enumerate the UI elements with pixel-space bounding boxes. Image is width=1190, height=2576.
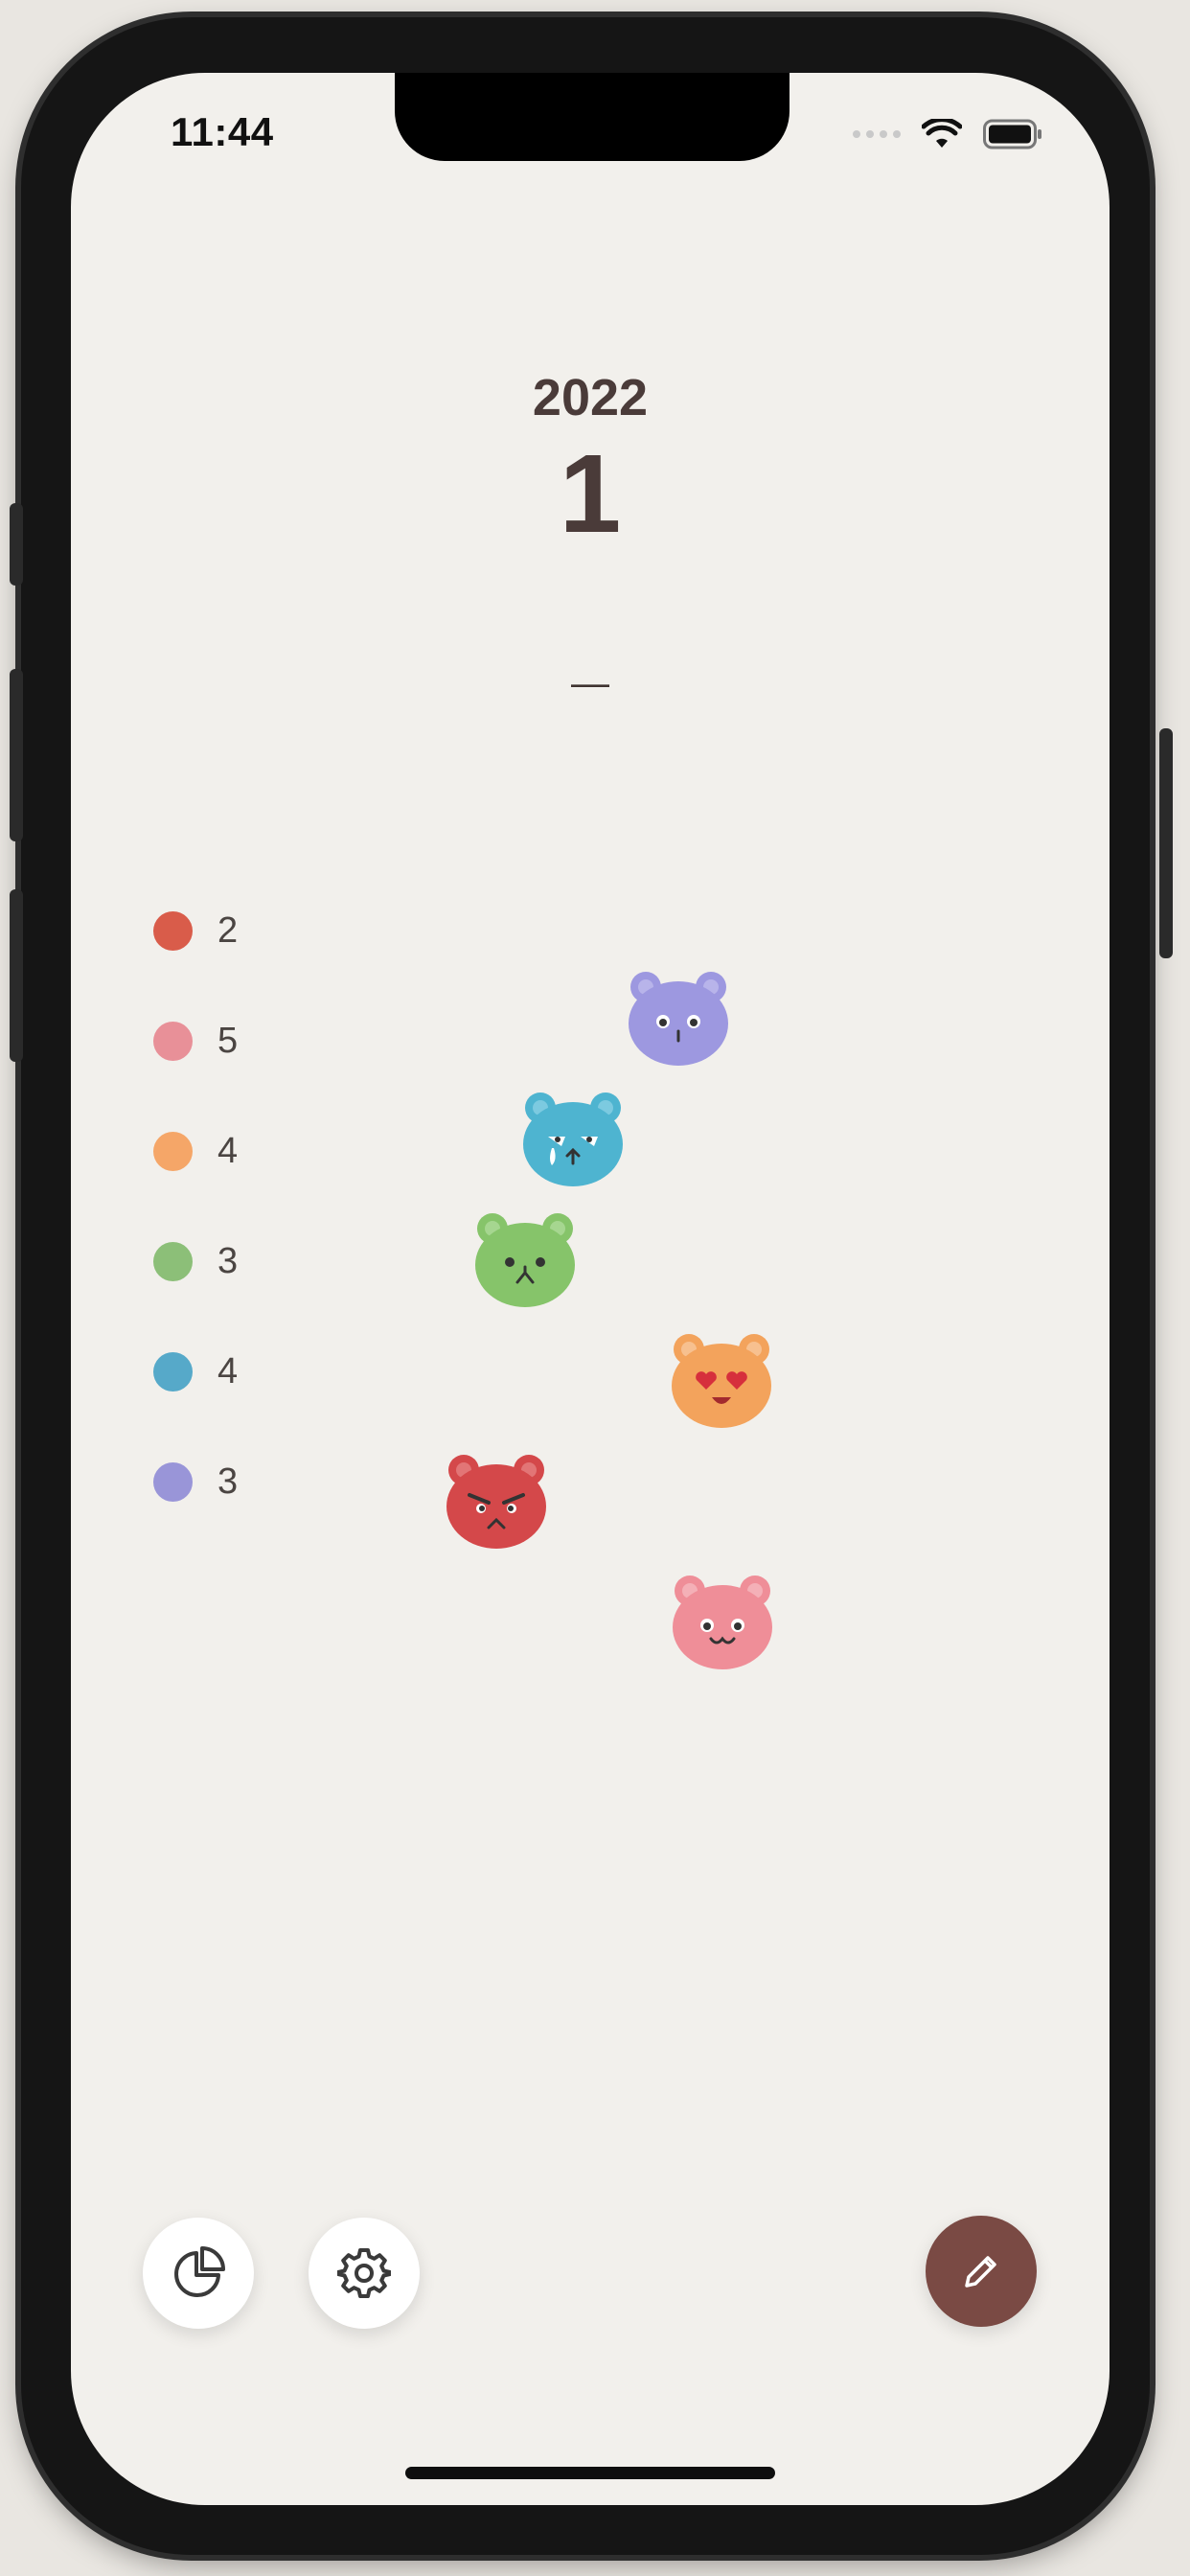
pencil-icon [965, 2256, 996, 2288]
edit-button[interactable] [926, 2216, 1037, 2327]
stats-button[interactable] [143, 2218, 254, 2329]
legend-dot-happy [153, 1022, 193, 1061]
bear-mood-calm-icon[interactable] [625, 968, 732, 1068]
legend-item-in-love: 4 [153, 1096, 238, 1207]
month-separator: — [571, 662, 609, 704]
legend-dot-angry [153, 911, 193, 951]
bear-mood-happy-icon[interactable] [669, 1572, 776, 1671]
settings-button[interactable] [309, 2218, 420, 2329]
pie-chart-icon [174, 2246, 225, 2297]
battery-icon [983, 119, 1041, 150]
legend-count: 4 [217, 1351, 239, 1392]
volume-down-button [10, 889, 23, 1062]
mood-legend: 2 5 4 3 4 3 [153, 876, 238, 1537]
home-indicator[interactable] [405, 2467, 775, 2479]
status-time: 11:44 [171, 109, 274, 154]
legend-dot-crying [153, 1352, 193, 1392]
legend-count: 3 [217, 1241, 239, 1281]
status-icons [853, 119, 1042, 150]
legend-item-calm: 3 [153, 1427, 238, 1537]
legend-count: 2 [217, 910, 239, 951]
volume-up-button [10, 669, 23, 841]
bear-mood-in-love-icon[interactable] [668, 1330, 775, 1430]
bear-mood-angry-icon[interactable] [443, 1451, 550, 1551]
year-label: 2022 [532, 369, 649, 426]
legend-dot-in-love [153, 1132, 193, 1171]
legend-item-crying: 4 [153, 1317, 238, 1427]
bear-mood-sad-icon[interactable] [471, 1209, 579, 1309]
legend-count: 5 [217, 1021, 239, 1061]
legend-dot-sad [153, 1242, 193, 1281]
month-label: 1 [559, 431, 622, 556]
legend-dot-calm [153, 1462, 193, 1502]
legend-item-happy: 5 [153, 986, 238, 1096]
legend-item-angry: 2 [153, 876, 238, 986]
mute-switch [10, 503, 23, 586]
gear-icon [337, 2248, 391, 2298]
signal-dots-icon [853, 130, 901, 138]
wifi-icon [922, 119, 962, 148]
app-screen: 11:44 2022 1 — 2 5 4 3 4 3 [71, 73, 1110, 2505]
bear-mood-crying-icon[interactable] [519, 1089, 627, 1188]
legend-count: 3 [217, 1461, 239, 1502]
legend-item-sad: 3 [153, 1207, 238, 1317]
notch [395, 73, 790, 161]
power-button [1159, 728, 1173, 958]
legend-count: 4 [217, 1131, 239, 1171]
